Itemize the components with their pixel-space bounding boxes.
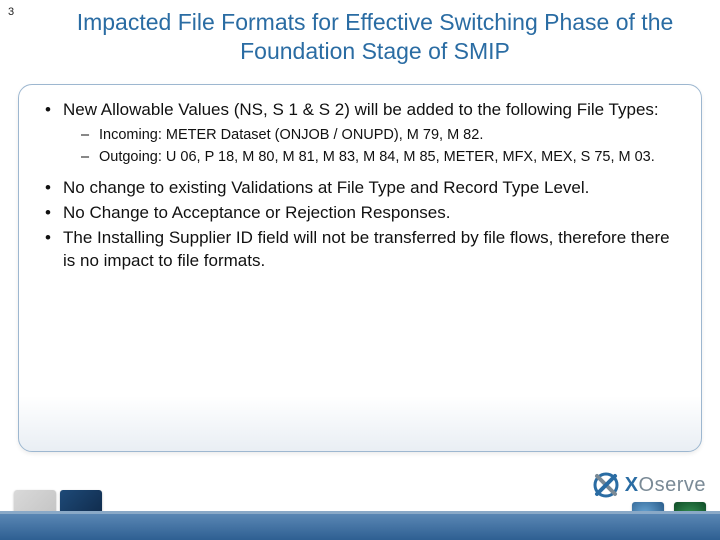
- bullet-item: The Installing Supplier ID field will no…: [45, 227, 681, 273]
- footer-bar: [0, 514, 720, 540]
- sub-bullet-list: Incoming: METER Dataset (ONJOB / ONUPD),…: [81, 126, 681, 167]
- content-frame: New Allowable Values (NS, S 1 & S 2) wil…: [18, 84, 702, 452]
- sub-bullet-item: Incoming: METER Dataset (ONJOB / ONUPD),…: [81, 126, 681, 146]
- page-number: 3: [8, 6, 14, 18]
- sub-bullet-item: Outgoing: U 06, P 18, M 80, M 81, M 83, …: [81, 148, 681, 168]
- slide: 3 Impacted File Formats for Effective Sw…: [0, 0, 720, 540]
- brand-name: XOserve: [625, 474, 706, 497]
- bullet-list: New Allowable Values (NS, S 1 & S 2) wil…: [45, 99, 681, 273]
- logo-mark-icon: [591, 470, 621, 500]
- footer: XOserve respect ❯ commitment ❯ teamwork: [0, 462, 720, 540]
- bullet-item: New Allowable Values (NS, S 1 & S 2) wil…: [45, 99, 681, 122]
- slide-title: Impacted File Formats for Effective Swit…: [70, 8, 680, 66]
- bullet-item: No change to existing Validations at Fil…: [45, 177, 681, 200]
- brand-logo: XOserve: [469, 470, 706, 500]
- bullet-item: No Change to Acceptance or Rejection Res…: [45, 202, 681, 225]
